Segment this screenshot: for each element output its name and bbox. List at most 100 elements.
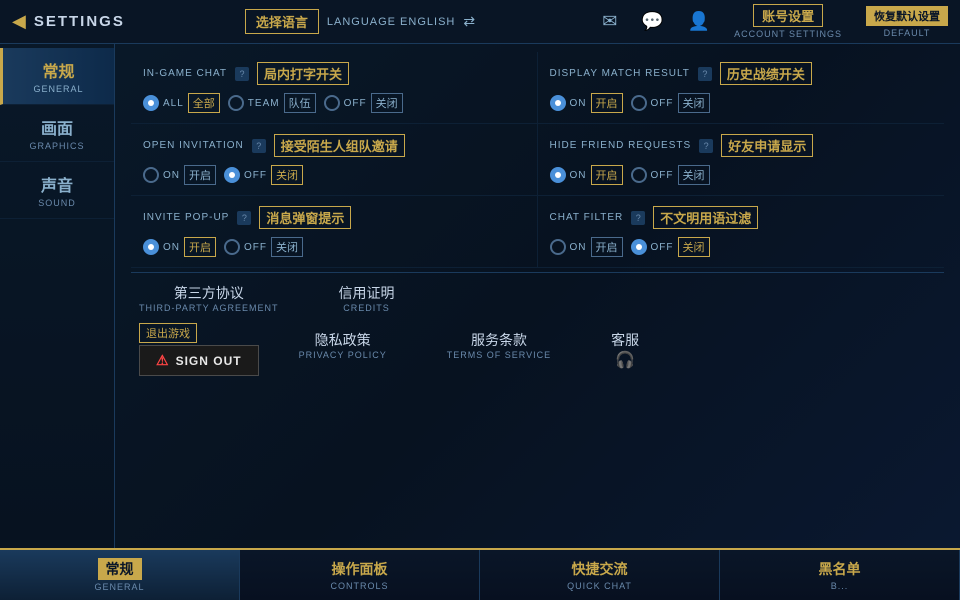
credits-link[interactable]: 信用证明 CREDITS (339, 283, 395, 313)
friend-on-zh: 开启 (591, 165, 623, 185)
popup-option-off[interactable]: OFF 关闭 (224, 237, 303, 257)
filter-option-on[interactable]: ON 开启 (550, 237, 623, 257)
invite-option-on[interactable]: ON 开启 (143, 165, 216, 185)
open-invitation-setting: OPEN INVITATION ? 接受陌生人组队邀请 ON 开启 OFF (131, 124, 538, 196)
links-area: 第三方协议 THIRD-PARTY AGREEMENT 信用证明 CREDITS… (131, 272, 944, 386)
nav-blocklist-en: B... (831, 581, 849, 591)
friend-radio-on[interactable] (550, 167, 566, 183)
page-title: SETTINGS (34, 13, 125, 30)
invite-popup-setting: INVITE POP-UP ? 消息弹窗提示 ON 开启 OFF (131, 196, 538, 268)
chat-radio-off[interactable] (324, 95, 340, 111)
chat-all-zh: 全部 (188, 93, 220, 113)
friend-option-on[interactable]: ON 开启 (550, 165, 623, 185)
invite-radio-off[interactable] (224, 167, 240, 183)
match-option-on[interactable]: ON 开启 (550, 93, 623, 113)
terms-en: TERMS OF SERVICE (447, 350, 551, 360)
invite-radio-on[interactable] (143, 167, 159, 183)
nav-item-general[interactable]: 常规 GENERAL (0, 550, 240, 600)
filter-option-off[interactable]: OFF 关闭 (631, 237, 710, 257)
sidebar-item-general[interactable]: 常规 GENERAL (0, 48, 114, 105)
invite-popup-info-icon[interactable]: ? (237, 211, 251, 225)
header-left: ◀ SETTINGS (12, 11, 125, 32)
language-label-en: LANGUAGE ENGLISH (327, 16, 455, 28)
restore-defaults-button-zh[interactable]: 恢复默认设置 (866, 6, 948, 26)
terms-zh: 服务条款 (471, 330, 527, 350)
nav-general-en: GENERAL (94, 582, 144, 592)
in-game-chat-label-zh: 局内打字开关 (257, 62, 349, 85)
hide-friend-options: ON 开启 OFF 关闭 (550, 165, 933, 185)
language-button-zh[interactable]: 选择语言 (245, 9, 319, 34)
match-radio-off[interactable] (631, 95, 647, 111)
privacy-zh: 隐私政策 (315, 330, 371, 350)
filter-radio-on[interactable] (550, 239, 566, 255)
invite-popup-options: ON 开启 OFF 关闭 (143, 237, 525, 257)
warning-icon: ⚠ (156, 352, 170, 369)
nav-controls-zh: 操作面板 (332, 559, 388, 579)
hide-friend-label-zh: 好友申请显示 (721, 134, 813, 157)
account-settings-button-zh[interactable]: 账号设置 (753, 4, 823, 27)
chat-icon[interactable]: 💬 (641, 11, 663, 32)
credits-zh: 信用证明 (339, 283, 395, 303)
chat-option-team[interactable]: TEAM 队伍 (228, 93, 316, 113)
nav-blocklist-zh: 黑名单 (819, 559, 861, 579)
agreement-links: 第三方协议 THIRD-PARTY AGREEMENT 信用证明 CREDITS (139, 283, 936, 313)
chat-option-off[interactable]: OFF 关闭 (324, 93, 403, 113)
third-party-zh: 第三方协议 (174, 283, 244, 303)
chat-filter-options: ON 开启 OFF 关闭 (550, 237, 933, 257)
chat-off-zh: 关闭 (371, 93, 403, 113)
chat-team-zh: 队伍 (284, 93, 316, 113)
signout-section: 退出游戏 ⚠ SIGN OUT (139, 323, 259, 376)
header: ◀ SETTINGS 选择语言 LANGUAGE ENGLISH ⇄ ✉ 💬 👤… (0, 0, 960, 44)
language-section: 选择语言 LANGUAGE ENGLISH ⇄ (245, 9, 475, 34)
filter-radio-off[interactable] (631, 239, 647, 255)
open-invitation-info-icon[interactable]: ? (252, 139, 266, 153)
chat-option-all[interactable]: ALL 全部 (143, 93, 220, 113)
open-invitation-label-zh: 接受陌生人组队邀请 (274, 134, 405, 157)
back-button[interactable]: ◀ (12, 11, 26, 32)
chat-radio-all[interactable] (143, 95, 159, 111)
popup-option-on[interactable]: ON 开启 (143, 237, 216, 257)
sidebar-sound-en: SOUND (8, 198, 106, 208)
terms-link[interactable]: 服务条款 TERMS OF SERVICE (447, 330, 551, 370)
popup-on-zh: 开启 (184, 237, 216, 257)
signout-zh-label: 退出游戏 (139, 323, 197, 343)
nav-item-quickchat[interactable]: 快捷交流 QUICK CHAT (480, 550, 720, 600)
hide-friend-info-icon[interactable]: ? (699, 139, 713, 153)
match-radio-on[interactable] (550, 95, 566, 111)
sidebar-item-sound[interactable]: 声音 SOUND (0, 162, 114, 219)
filter-on-zh: 开启 (591, 237, 623, 257)
language-toggle-icon[interactable]: ⇄ (463, 13, 475, 30)
in-game-chat-info-icon[interactable]: ? (235, 67, 249, 81)
match-option-off[interactable]: OFF 关闭 (631, 93, 710, 113)
profile-icon[interactable]: 👤 (688, 11, 710, 32)
chat-radio-team[interactable] (228, 95, 244, 111)
third-party-en: THIRD-PARTY AGREEMENT (139, 303, 279, 313)
match-off-zh: 关闭 (678, 93, 710, 113)
invite-option-off[interactable]: OFF 关闭 (224, 165, 303, 185)
sidebar-graphics-zh: 画面 (8, 115, 106, 139)
display-match-info-icon[interactable]: ? (698, 67, 712, 81)
settings-panel: IN-GAME CHAT ? 局内打字开关 ALL 全部 TEAM (115, 44, 960, 548)
chat-filter-setting: CHAT FILTER ? 不文明用语过滤 ON 开启 OFF (538, 196, 945, 268)
chat-filter-label-zh: 不文明用语过滤 (653, 206, 758, 229)
nav-item-controls[interactable]: 操作面板 CONTROLS (240, 550, 480, 600)
settings-row-1: IN-GAME CHAT ? 局内打字开关 ALL 全部 TEAM (131, 52, 944, 124)
third-party-link[interactable]: 第三方协议 THIRD-PARTY AGREEMENT (139, 283, 279, 313)
privacy-en: PRIVACY POLICY (299, 350, 387, 360)
privacy-policy-link[interactable]: 隐私政策 PRIVACY POLICY (299, 330, 387, 370)
display-match-options: ON 开启 OFF 关闭 (550, 93, 933, 113)
friend-radio-off[interactable] (631, 167, 647, 183)
chat-filter-info-icon[interactable]: ? (631, 211, 645, 225)
hide-friend-label-en: HIDE FRIEND REQUESTS (550, 140, 692, 151)
sidebar-item-graphics[interactable]: 画面 GRAPHICS (0, 105, 114, 162)
envelope-icon[interactable]: ✉ (602, 11, 617, 32)
nav-item-blocklist[interactable]: 黑名单 B... (720, 550, 960, 600)
signout-button[interactable]: ⚠ SIGN OUT (139, 345, 259, 376)
popup-radio-off[interactable] (224, 239, 240, 255)
friend-option-off[interactable]: OFF 关闭 (631, 165, 710, 185)
support-link[interactable]: 客服 🎧 (611, 330, 639, 370)
in-game-chat-label-en: IN-GAME CHAT (143, 68, 227, 79)
popup-radio-on[interactable] (143, 239, 159, 255)
sidebar-general-zh: 常规 (11, 58, 106, 82)
bottom-navigation: 常规 GENERAL 操作面板 CONTROLS 快捷交流 QUICK CHAT… (0, 548, 960, 600)
